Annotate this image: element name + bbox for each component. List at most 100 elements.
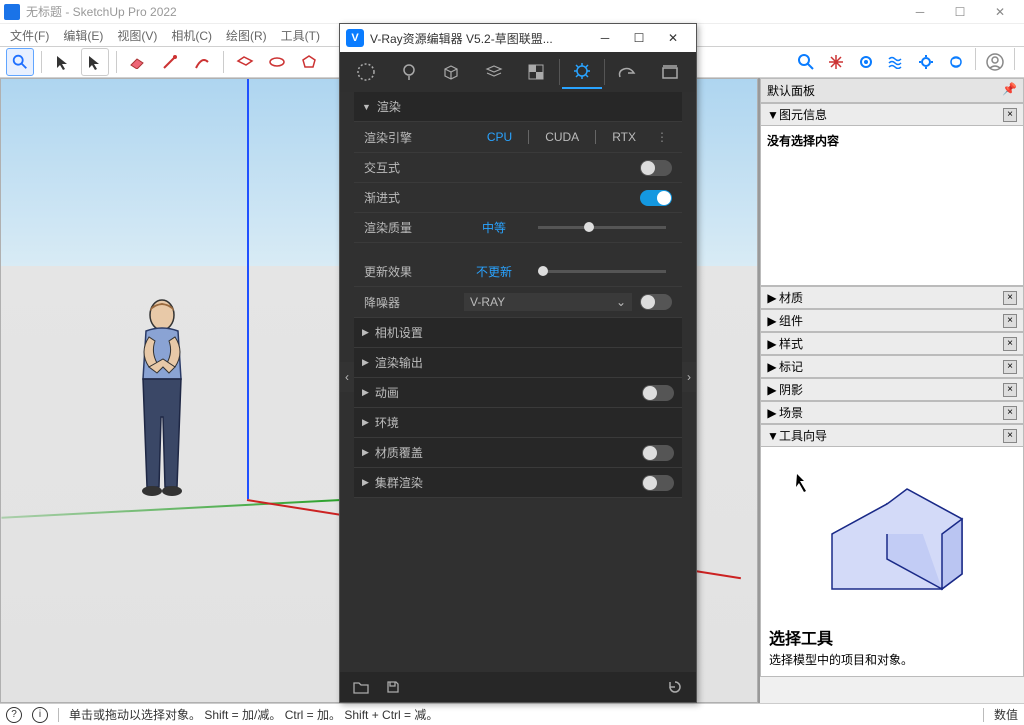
panel-instructor-label: 工具向导 (779, 429, 827, 443)
engine-opt-rtx[interactable]: RTX (604, 128, 644, 146)
vray-section-matover[interactable]: ▶材质覆盖 (354, 438, 682, 468)
separator (975, 48, 976, 70)
vray-section-camera[interactable]: ▶相机设置 (354, 318, 682, 348)
help-icon[interactable]: ? (6, 707, 22, 723)
panel-scenes[interactable]: ▶场景× (760, 401, 1024, 424)
vray-minimize-button[interactable]: ─ (588, 31, 622, 45)
vray-settings-body: ‹ › ▼渲染 渲染引擎 CPU CUDA RTX ⋮ 交互式 (340, 92, 696, 672)
panel-styles[interactable]: ▶样式× (760, 332, 1024, 355)
window-titlebar: 无标题 - SketchUp Pro 2022 ─ ☐ ✕ (0, 0, 1024, 24)
maximize-button[interactable]: ☐ (940, 1, 980, 23)
polygon-tool[interactable] (295, 48, 323, 76)
vray-tab-layers-icon[interactable] (474, 55, 515, 89)
panel-close-icon[interactable]: × (1003, 360, 1017, 374)
engine-opt-cuda[interactable]: CUDA (537, 128, 587, 146)
denoiser-dropdown[interactable]: V-RAY⌄ (464, 293, 632, 311)
vray-tab-textures[interactable] (516, 55, 557, 89)
toggle-interactive[interactable] (640, 160, 672, 176)
vray-section-env[interactable]: ▶环境 (354, 408, 682, 438)
vray-focus-icon[interactable] (822, 48, 850, 76)
vray-section-swarm[interactable]: ▶集群渲染 (354, 468, 682, 498)
vray-maximize-button[interactable]: ☐ (622, 31, 656, 45)
vray-row-engine: 渲染引擎 CPU CUDA RTX ⋮ (354, 122, 682, 153)
separator (116, 51, 117, 73)
green-axis (1, 499, 341, 519)
panel-close-icon[interactable]: × (1003, 406, 1017, 420)
vray-tab-frame[interactable] (650, 55, 691, 89)
select-tool[interactable] (49, 48, 77, 76)
panel-components[interactable]: ▶组件× (760, 309, 1024, 332)
panel-shadows[interactable]: ▶阴影× (760, 378, 1024, 401)
vray-tab-render[interactable] (607, 55, 648, 89)
vray-titlebar[interactable]: V V-Ray资源编辑器 V5.2-草图联盟... ─ ☐ ✕ (340, 24, 696, 52)
panel-entity-info[interactable]: ▼图元信息 × (760, 103, 1024, 126)
engine-more-icon[interactable]: ⋮ (652, 130, 672, 144)
vray-settings-icon[interactable] (852, 48, 880, 76)
panel-close-icon[interactable]: × (1003, 383, 1017, 397)
close-button[interactable]: ✕ (980, 1, 1020, 23)
vray-tab-lights[interactable] (389, 55, 430, 89)
menu-file[interactable]: 文件(F) (4, 25, 55, 46)
quality-slider[interactable] (538, 226, 666, 229)
vray-section-render[interactable]: ▼渲染 (354, 92, 682, 122)
menu-view[interactable]: 视图(V) (111, 25, 163, 46)
vray-waves-icon[interactable] (882, 48, 910, 76)
engine-opt-cpu[interactable]: CPU (479, 128, 520, 146)
panel-close-icon[interactable]: × (1003, 337, 1017, 351)
panel-instructor[interactable]: ▼工具向导 × (760, 424, 1024, 447)
vray-close-button[interactable]: ✕ (656, 31, 690, 45)
vray-section-label: 集群渲染 (375, 474, 423, 491)
vray-collapse-right[interactable]: › (682, 362, 696, 392)
vray-tab-geometry[interactable] (431, 55, 472, 89)
vray-reset-icon[interactable] (662, 675, 688, 699)
vray-folder-icon[interactable] (348, 675, 374, 699)
vray-toolbar (792, 48, 1018, 76)
toggle-denoiser[interactable] (640, 294, 672, 310)
instructor-body: 选择工具 选择模型中的项目和对象。 工具操作 1 点击项目或对象 (760, 447, 1024, 677)
panel-materials[interactable]: ▶材质× (760, 286, 1024, 309)
info-icon[interactable]: i (32, 707, 48, 723)
menu-tools[interactable]: 工具(T) (275, 25, 326, 46)
eraser-tool[interactable] (124, 48, 152, 76)
vray-gear2-icon[interactable] (942, 48, 970, 76)
toggle-matover[interactable] (642, 445, 674, 461)
update-slider[interactable] (538, 270, 666, 273)
menu-draw[interactable]: 绘图(R) (220, 25, 273, 46)
panel-close-icon[interactable]: × (1003, 314, 1017, 328)
separator (559, 59, 560, 85)
user-account-icon[interactable] (981, 48, 1009, 76)
vray-logo-icon: V (346, 29, 364, 47)
line-tool[interactable] (156, 48, 184, 76)
arc-tool[interactable] (188, 48, 216, 76)
app-icon (4, 4, 20, 20)
menu-camera[interactable]: 相机(C) (165, 25, 218, 46)
toggle-anim[interactable] (642, 385, 674, 401)
vray-collapse-left[interactable]: ‹ (340, 362, 354, 392)
panel-close-icon[interactable]: × (1003, 429, 1017, 443)
toggle-progressive[interactable] (640, 190, 672, 206)
select-dropdown[interactable] (81, 48, 109, 76)
vray-section-label: 渲染输出 (375, 354, 423, 371)
panel-close-icon[interactable]: × (1003, 291, 1017, 305)
label-denoiser: 降噪器 (364, 294, 464, 311)
vray-save-icon[interactable] (380, 675, 406, 699)
vray-gear-icon[interactable] (912, 48, 940, 76)
panel-close-icon[interactable]: × (1003, 108, 1017, 122)
circle-tool[interactable] (263, 48, 291, 76)
toggle-swarm[interactable] (642, 475, 674, 491)
vray-search-icon[interactable] (792, 48, 820, 76)
vray-section-anim[interactable]: ▶动画 (354, 378, 682, 408)
vray-tab-settings[interactable] (562, 55, 603, 89)
vray-section-output[interactable]: ▶渲染输出 (354, 348, 682, 378)
pin-icon[interactable]: 📌 (1002, 82, 1017, 99)
search-button[interactable] (6, 48, 34, 76)
vray-tab-materials[interactable] (346, 55, 387, 89)
panel-label: 样式 (779, 337, 803, 351)
menu-edit[interactable]: 编辑(E) (57, 25, 109, 46)
panel-tags[interactable]: ▶标记× (760, 355, 1024, 378)
label-interactive: 交互式 (364, 159, 464, 176)
minimize-button[interactable]: ─ (900, 1, 940, 23)
rectangle-tool[interactable] (231, 48, 259, 76)
label-engine: 渲染引擎 (364, 129, 464, 146)
entity-info-text: 没有选择内容 (767, 134, 839, 148)
